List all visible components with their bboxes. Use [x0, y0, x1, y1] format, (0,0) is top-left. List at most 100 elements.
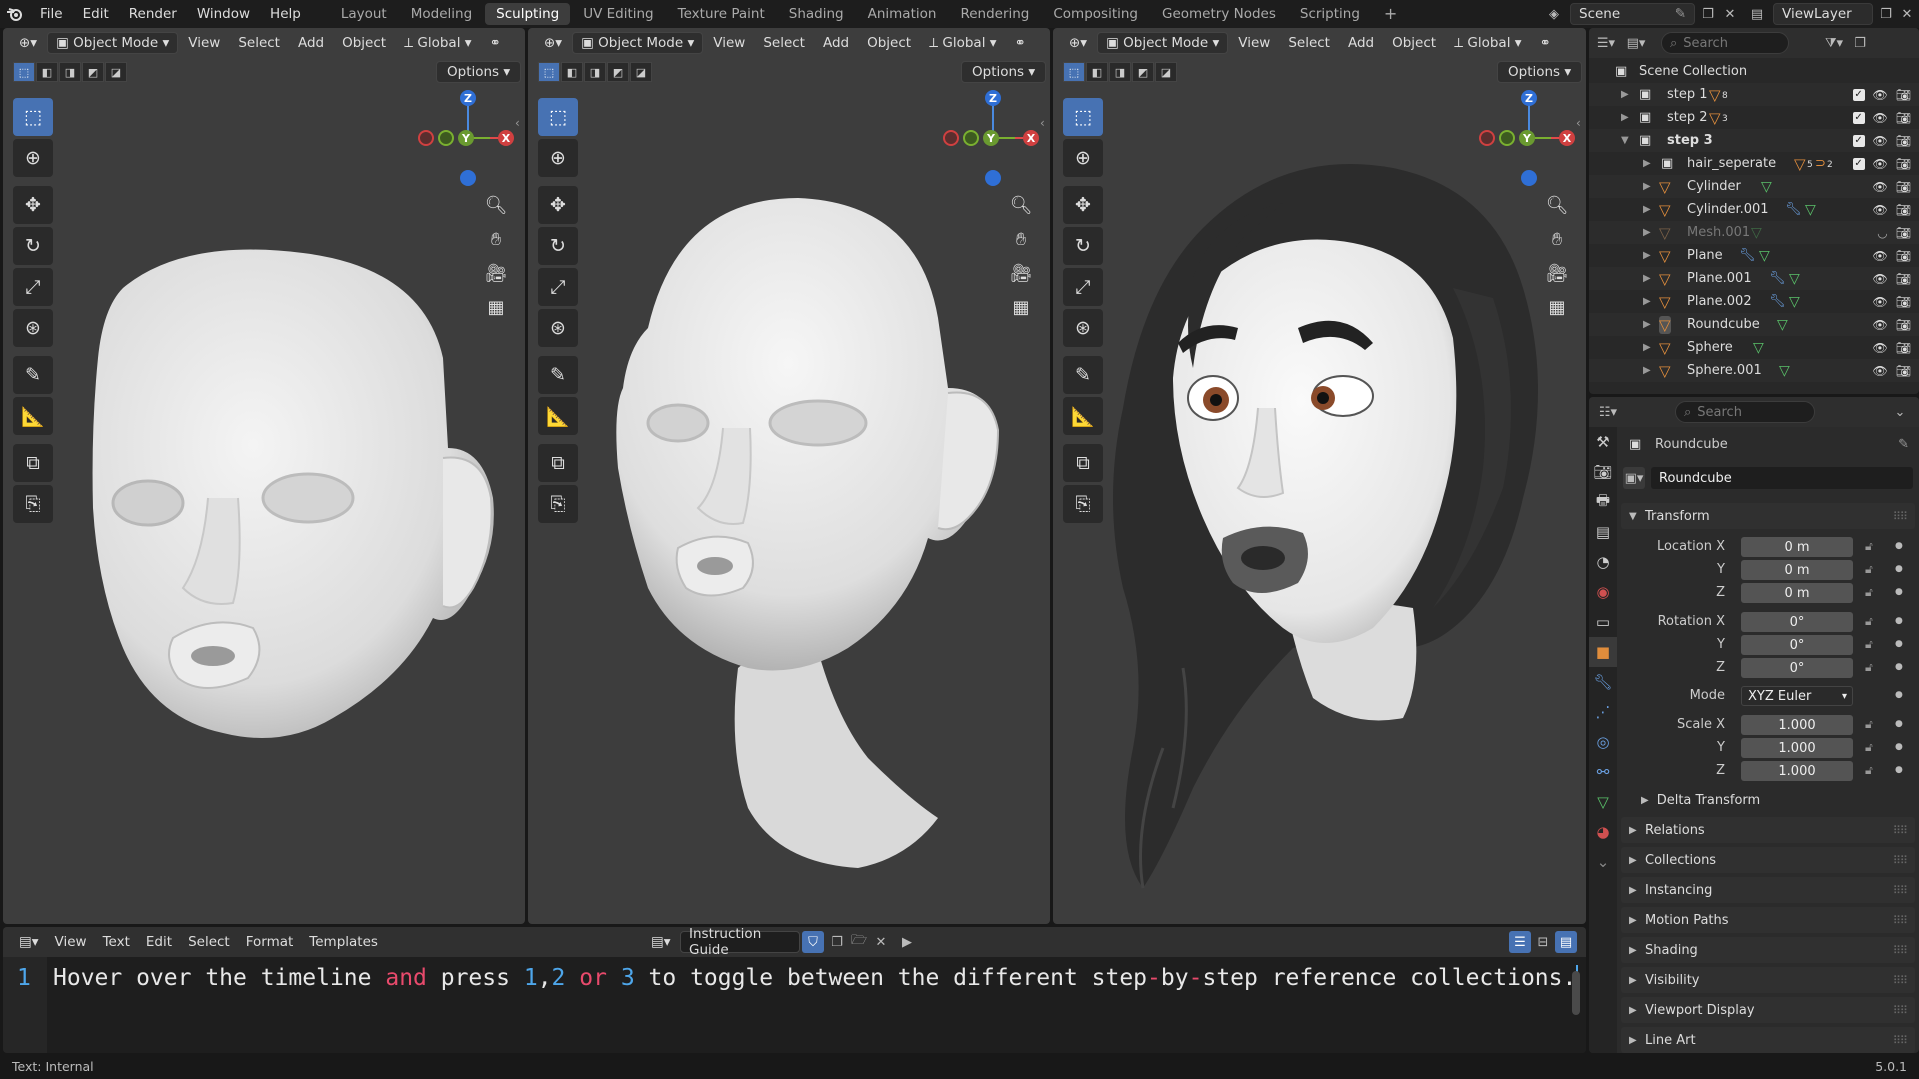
perspective-grid-icon[interactable]: ▦: [1006, 292, 1036, 322]
menu-render[interactable]: Render: [119, 0, 187, 28]
collapse-chevron-icon[interactable]: ▼: [1621, 135, 1629, 146]
object-name-field[interactable]: Roundcube: [1651, 467, 1913, 489]
tab-layout[interactable]: Layout: [330, 3, 398, 25]
axis-y-icon[interactable]: Y: [1519, 130, 1535, 146]
cursor-tool-icon[interactable]: ⊕: [538, 139, 578, 177]
collection-tab-icon[interactable]: ▭: [1589, 607, 1617, 637]
viewport-step-3[interactable]: ⊕▾ ▣ Object Mode ▾ View Select Add Objec…: [1053, 28, 1586, 924]
add-cube-tool-icon[interactable]: ⧉: [1063, 444, 1103, 482]
axis-x-icon[interactable]: X: [498, 130, 514, 146]
menu-help[interactable]: Help: [260, 0, 311, 28]
lock-icon[interactable]: 🔓︎: [1865, 539, 1873, 554]
object-mode-dropdown[interactable]: ▣ Object Mode ▾: [1097, 32, 1229, 54]
outliner-row-object[interactable]: ▶ ▽ Mesh.001 ▽ ◡ 📷︎: [1589, 221, 1919, 244]
cursor-tool-icon[interactable]: ⊕: [1063, 139, 1103, 177]
select-intersect-icon[interactable]: ◪: [1155, 62, 1177, 82]
tab-uv-editing[interactable]: UV Editing: [572, 3, 664, 25]
drag-grip-icon[interactable]: ⠿⠿: [1893, 1034, 1908, 1047]
drag-grip-icon[interactable]: ⠿⠿: [1893, 824, 1908, 837]
transform-orientation-dropdown[interactable]: ⟂ Global ▾: [396, 32, 479, 54]
object-tab-icon[interactable]: ■: [1589, 637, 1617, 667]
code-line[interactable]: Hover over the timeline and press 1,2 or…: [53, 965, 1579, 991]
eye-visibility-icon[interactable]: 👁︎: [1873, 203, 1888, 217]
more-tabs-chevron-icon[interactable]: ⌄: [1589, 847, 1617, 877]
axis-neg-z-icon[interactable]: [985, 170, 1001, 186]
keyframe-dot-icon[interactable]: ●: [1895, 690, 1903, 700]
relations-panel-header[interactable]: ▶ Relations ⠿⠿: [1621, 817, 1915, 843]
delete-view-layer-icon[interactable]: ✕: [1896, 3, 1918, 25]
navigation-gizmo[interactable]: Z Y X: [418, 88, 518, 188]
transform-orientation-dropdown[interactable]: ⟂ Global ▾: [921, 32, 1004, 54]
move-tool-icon[interactable]: ✥: [13, 186, 53, 224]
menu-edit[interactable]: Edit: [73, 0, 119, 28]
lock-icon[interactable]: 🔓︎: [1865, 740, 1873, 755]
exclude-checkbox[interactable]: ✓: [1852, 88, 1865, 101]
expand-chevron-icon[interactable]: ▶: [1643, 365, 1651, 376]
particles-tab-icon[interactable]: ⋰: [1589, 697, 1617, 727]
add-cube-tool-icon[interactable]: ⧉: [13, 444, 53, 482]
render-camera-icon[interactable]: 📷︎: [1896, 88, 1911, 102]
measure-tool-icon[interactable]: 📐: [13, 397, 53, 435]
select-invert-icon[interactable]: ◩: [82, 62, 104, 82]
rotate-tool-icon[interactable]: ↻: [1063, 227, 1103, 265]
eye-visibility-icon[interactable]: 👁︎: [1873, 157, 1888, 171]
lock-icon[interactable]: 🔓︎: [1865, 763, 1873, 778]
link-icon[interactable]: ⚭: [482, 32, 509, 54]
outliner-row-object[interactable]: ▶ ▽ Roundcube ▽ 👁︎ 📷︎: [1589, 313, 1919, 336]
select-intersect-icon[interactable]: ◪: [105, 62, 127, 82]
collapse-sidebar-icon[interactable]: ‹: [1040, 116, 1045, 130]
line-art-panel-header[interactable]: ▶ Line Art ⠿⠿: [1621, 1027, 1915, 1053]
perspective-grid-icon[interactable]: ▦: [481, 292, 511, 322]
outliner-row-object[interactable]: ▶ ▽ Plane.002 🔧︎ ▽ 👁︎ 📷︎: [1589, 290, 1919, 313]
keyframe-dot-icon[interactable]: ●: [1895, 564, 1903, 574]
annotate-tool-icon[interactable]: ✎: [538, 356, 578, 394]
lock-icon[interactable]: 🔓︎: [1865, 585, 1873, 600]
text-datablock-icon[interactable]: ▤▾: [643, 931, 679, 953]
scene-selector-icon[interactable]: ◈: [1543, 3, 1565, 25]
expand-chevron-icon[interactable]: ▶: [1643, 227, 1651, 238]
pan-hand-icon[interactable]: ✋︎: [1006, 224, 1036, 254]
options-dropdown[interactable]: Options ▾: [1497, 61, 1583, 83]
eye-visibility-icon[interactable]: 👁︎: [1873, 111, 1888, 125]
cursor-tool-icon[interactable]: ⊕: [13, 139, 53, 177]
location-z-field[interactable]: 0 m: [1741, 583, 1853, 603]
text-editor[interactable]: ▤▾ View Text Edit Select Format Template…: [3, 927, 1586, 1053]
render-camera-icon[interactable]: 📷︎: [1896, 157, 1911, 171]
select-box-tool-icon[interactable]: ⬚: [13, 98, 53, 136]
keyframe-dot-icon[interactable]: ●: [1895, 616, 1903, 626]
transform-panel-header[interactable]: ▼ Transform ⠿⠿: [1621, 503, 1915, 529]
rotation-z-field[interactable]: 0°: [1741, 658, 1853, 678]
te-menu-templates[interactable]: Templates: [301, 931, 386, 953]
render-camera-icon[interactable]: 📷︎: [1896, 180, 1911, 194]
drag-grip-icon[interactable]: ⠿⠿: [1893, 944, 1908, 957]
tab-modeling[interactable]: Modeling: [400, 3, 483, 25]
menu-object[interactable]: Object: [859, 32, 919, 54]
expand-chevron-icon[interactable]: ▶: [1643, 158, 1651, 169]
properties-editor[interactable]: ☷▾ ⌕ Search ⌄ ⚒ 📷︎ 🖶︎ ▤ ◔ ◉ ▭ ■ 🔧︎ ⋰ ◎ ⚯…: [1589, 397, 1919, 1053]
navigation-gizmo[interactable]: Z Y X: [943, 88, 1043, 188]
drag-grip-icon[interactable]: ⠿⠿: [1893, 510, 1908, 523]
editor-type-icon[interactable]: ⊕▾: [1061, 32, 1095, 54]
menu-window[interactable]: Window: [187, 0, 260, 28]
outliner-row-object[interactable]: ▶ ▽ Sphere.001 ▽ 👁︎ 📷︎: [1589, 359, 1919, 382]
tab-sculpting[interactable]: Sculpting: [485, 3, 571, 25]
properties-search-input[interactable]: ⌕ Search: [1675, 401, 1815, 423]
eye-visibility-icon[interactable]: 👁︎: [1873, 318, 1888, 332]
tab-rendering[interactable]: Rendering: [949, 3, 1040, 25]
text-editor-body[interactable]: 1 Hover over the timeline and press 1,2 …: [3, 957, 1586, 1053]
new-view-layer-icon[interactable]: ❐: [1875, 3, 1897, 25]
axis-z-icon[interactable]: Z: [460, 90, 476, 106]
word-wrap-toggle-icon[interactable]: ⊟: [1532, 931, 1554, 953]
extrude-tool-icon[interactable]: ⎘: [13, 485, 53, 523]
editor-type-icon[interactable]: ⊕▾: [11, 32, 45, 54]
expand-chevron-icon[interactable]: ▶: [1643, 181, 1651, 192]
outliner-row-object[interactable]: ▶ ▽ Sphere ▽ 👁︎ 📷︎: [1589, 336, 1919, 359]
axis-neg-z-icon[interactable]: [460, 170, 476, 186]
axis-y-icon[interactable]: Y: [983, 130, 999, 146]
drag-grip-icon[interactable]: ⠿⠿: [1893, 914, 1908, 927]
camera-view-icon[interactable]: 🎥︎: [481, 258, 511, 288]
axis-y-icon[interactable]: Y: [458, 130, 474, 146]
view-layer-tab-icon[interactable]: ▤: [1589, 517, 1617, 547]
outliner-row-object[interactable]: ▶ ▽ Cylinder.001 🔧︎ ▽ 👁︎ 📷︎: [1589, 198, 1919, 221]
transform-tool-icon[interactable]: ⊛: [13, 309, 53, 347]
